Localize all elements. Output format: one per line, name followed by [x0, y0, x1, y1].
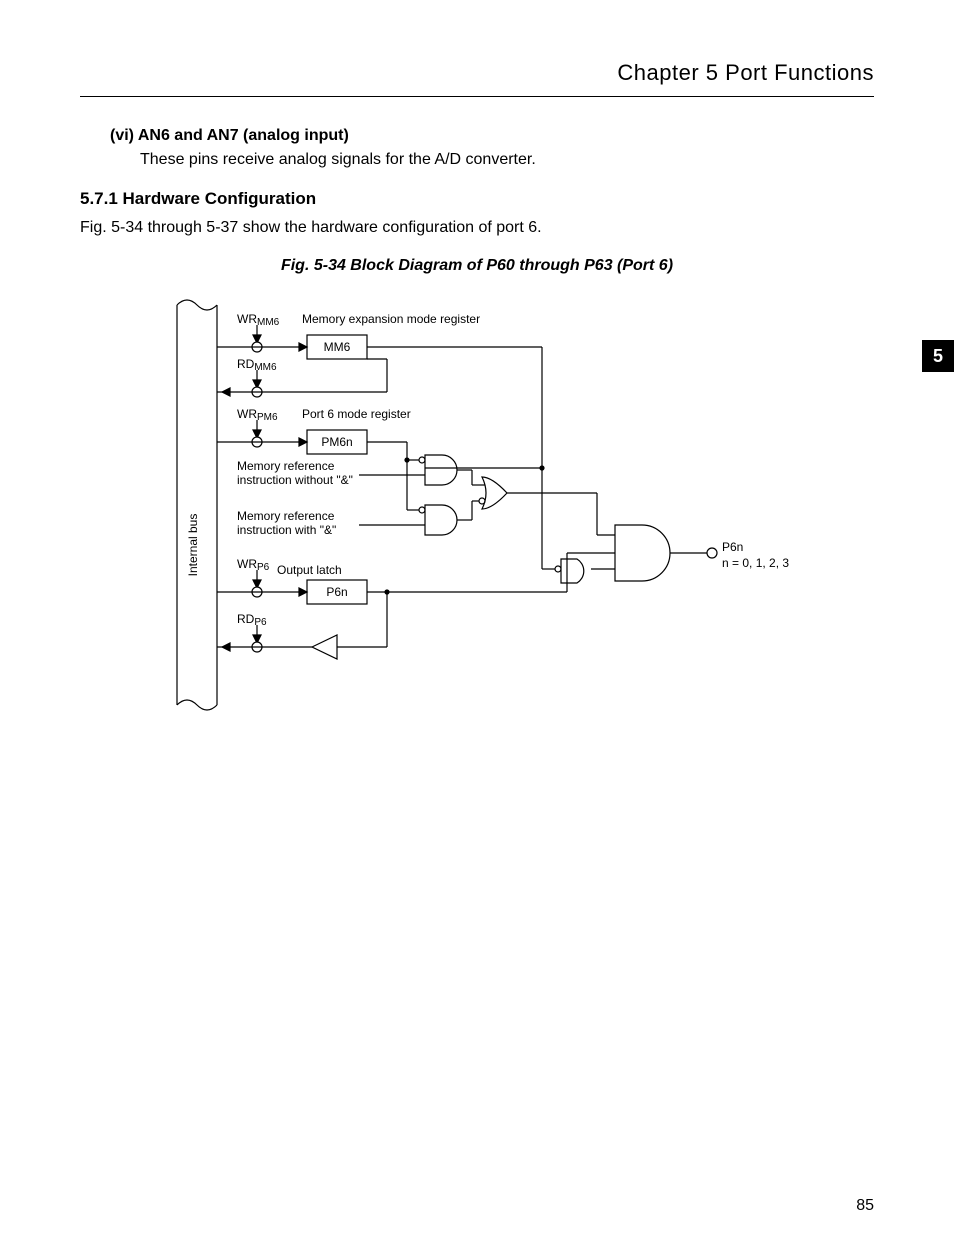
pin-p6n-label: P6n — [722, 540, 743, 554]
memref-with-2: instruction with "&" — [237, 523, 336, 537]
figure-5-34-caption: Fig. 5-34 Block Diagram of P60 through P… — [80, 257, 874, 275]
p6n-box-label: P6n — [326, 585, 347, 599]
chapter-tab: 5 — [922, 340, 954, 372]
header-divider — [80, 96, 874, 97]
mm6-desc: Memory expansion mode register — [302, 312, 480, 326]
block-diagram: Internal bus WRMM6 MM6 Memory expansion … — [147, 285, 807, 715]
subsection-vi-title: (vi) AN6 and AN7 (analog input) — [110, 127, 874, 145]
page-number: 85 — [856, 1197, 874, 1215]
mm6-box-label: MM6 — [324, 340, 351, 354]
subsection-vi-text: These pins receive analog signals for th… — [140, 151, 874, 169]
wr-mm6-label: WRMM6 — [237, 312, 280, 328]
section-5-7-1-intro: Fig. 5-34 through 5-37 show the hardware… — [80, 219, 874, 237]
memref-with-1: Memory reference — [237, 509, 335, 523]
document-page: Chapter 5 Port Functions (vi) AN6 and AN… — [0, 0, 954, 1235]
rd-p6-label: RDP6 — [237, 612, 267, 628]
chapter-title: Chapter 5 Port Functions — [80, 60, 874, 86]
output-latch-label: Output latch — [277, 563, 342, 577]
pm6-desc: Port 6 mode register — [302, 407, 411, 421]
pm6n-box-label: PM6n — [321, 435, 352, 449]
bus-label: Internal bus — [186, 514, 200, 577]
memref-without-1: Memory reference — [237, 459, 335, 473]
pin-p6n-note: n = 0, 1, 2, 3 — [722, 556, 789, 570]
section-5-7-1-heading: 5.7.1 Hardware Configuration — [80, 189, 874, 209]
memref-without-2: instruction without "&" — [237, 473, 353, 487]
wr-p6-label: WRP6 — [237, 557, 270, 573]
